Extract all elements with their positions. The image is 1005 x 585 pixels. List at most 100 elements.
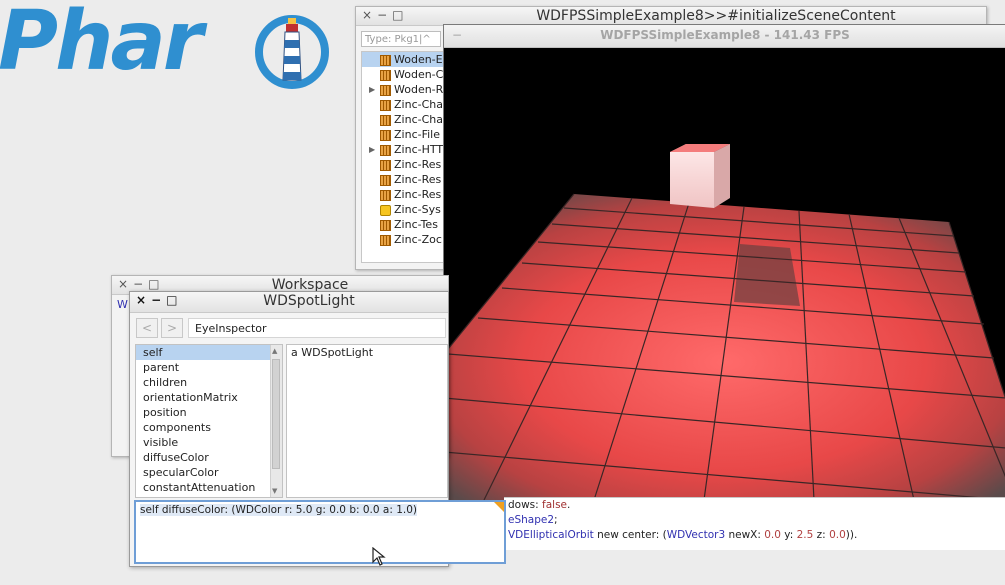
code-line: eShape2; (508, 513, 558, 528)
code-token: newX: (725, 529, 765, 541)
package-icon (380, 235, 391, 246)
field-value-text: a WDSpotLight (291, 346, 374, 359)
package-label: Zinc-Zoc (394, 233, 442, 246)
package-label: Zinc-Cha (394, 113, 443, 126)
scroll-down-icon[interactable]: ▼ (272, 487, 277, 495)
package-label: Woden-E (394, 53, 443, 66)
package-list[interactable]: Woden-E Woden-C ▶ Woden-R Zinc-Cha Zinc-Cha Zi… (361, 51, 448, 263)
forward-button[interactable]: > (161, 318, 183, 338)
package-icon (380, 190, 391, 201)
method-source-pane[interactable]: dows: false. eShape2; VDEllipticalOrbit … (504, 497, 1005, 550)
field-list-scrollbar[interactable]: ▲ ▼ (270, 345, 282, 497)
package-item[interactable]: Zinc-Res (362, 187, 447, 202)
field-item[interactable]: parent (136, 360, 282, 375)
package-label: Zinc-Res (394, 188, 442, 201)
code-token: false (542, 499, 568, 511)
inspector-type-selector[interactable]: EyeInspector (188, 318, 446, 338)
code-token: eShape2 (508, 514, 555, 526)
minimize-icon[interactable]: − (151, 293, 166, 307)
code-token: ; (554, 514, 558, 526)
workspace-text[interactable]: W (117, 298, 128, 311)
package-item[interactable]: ▶ Zinc-HTT (362, 142, 447, 157)
code-line: dows: false. (508, 498, 570, 513)
maximize-icon[interactable]: □ (148, 277, 164, 291)
evaluator-pane[interactable]: self diffuseColor: (WDColor r: 5.0 g: 0.… (134, 500, 506, 564)
scene-canvas[interactable] (444, 48, 1005, 500)
code-token: WDVector3 (666, 529, 726, 541)
field-list[interactable]: self parent children orientationMatrix posit… (135, 344, 283, 498)
expand-icon[interactable]: ▶ (369, 82, 375, 97)
scene-view-titlebar[interactable]: − WDFPSSimpleExample8 - 141.43 FPS (444, 25, 1005, 48)
package-item[interactable]: Zinc-File (362, 127, 447, 142)
package-item[interactable]: Zinc-Tes (362, 217, 447, 232)
cube (670, 144, 730, 208)
pharo-logo: Phar (0, 0, 203, 89)
package-icon (380, 145, 391, 156)
package-item[interactable]: Zinc-Res (362, 157, 447, 172)
close-icon[interactable]: × (136, 293, 151, 307)
code-line: VDEllipticalOrbit new center: (WDVector3… (508, 528, 857, 543)
field-item[interactable]: visible (136, 435, 282, 450)
logo-text: Phar (0, 0, 203, 89)
mouse-cursor-icon (372, 547, 386, 566)
package-label: Woden-C (394, 68, 444, 81)
code-token: VDEllipticalOrbit (508, 529, 594, 541)
inspector-title: WDSpotLight (263, 293, 355, 309)
evaluator-text[interactable]: self diffuseColor: (WDColor r: 5.0 g: 0.… (140, 504, 418, 516)
back-button[interactable]: < (136, 318, 158, 338)
package-icon (380, 70, 391, 81)
field-item[interactable]: children (136, 375, 282, 390)
package-icon (380, 175, 391, 186)
field-item[interactable]: position (136, 405, 282, 420)
package-item[interactable]: Zinc-Sys (362, 202, 447, 217)
lock-icon (380, 205, 391, 216)
field-value-pane[interactable]: a WDSpotLight (286, 344, 448, 498)
scrollbar-thumb[interactable] (272, 359, 280, 469)
scene-view-window[interactable]: − WDFPSSimpleExample8 - 141.43 FPS (443, 24, 1005, 500)
package-item[interactable]: Zinc-Res (362, 172, 447, 187)
package-icon (380, 115, 391, 126)
field-item[interactable]: diffuseColor (136, 450, 282, 465)
field-item[interactable]: components (136, 420, 282, 435)
package-item[interactable]: ▶ Woden-R (362, 82, 447, 97)
expand-icon[interactable]: ▶ (369, 142, 375, 157)
code-token: y: (780, 529, 797, 541)
code-token: 0.0 (764, 529, 781, 541)
field-item[interactable]: constantAttenuation (136, 480, 282, 495)
package-item[interactable]: Zinc-Cha (362, 97, 447, 112)
close-icon[interactable]: × (362, 8, 377, 22)
package-filter-input[interactable]: Type: Pkg1|^ (361, 31, 441, 47)
inspector-titlebar[interactable]: ×−□ WDSpotLight (130, 292, 448, 313)
package-label: Zinc-Res (394, 158, 442, 171)
minimize-icon[interactable]: − (133, 277, 148, 291)
package-icon (380, 220, 391, 231)
scroll-up-icon[interactable]: ▲ (272, 347, 277, 355)
window-controls: ×−□ (362, 8, 408, 22)
package-item[interactable]: Zinc-Zoc (362, 232, 447, 247)
code-token: z: (813, 529, 830, 541)
maximize-icon[interactable]: □ (392, 8, 408, 22)
close-icon[interactable]: × (118, 277, 133, 291)
code-token: 2.5 (796, 529, 814, 541)
package-item[interactable]: Zinc-Cha (362, 112, 447, 127)
package-label: Zinc-HTT (394, 143, 444, 156)
package-label: Zinc-Cha (394, 98, 443, 111)
package-label: Zinc-Sys (394, 203, 441, 216)
code-token: )). (845, 529, 858, 541)
code-token: dows: (508, 499, 543, 511)
package-icon (380, 100, 391, 111)
field-item[interactable]: specularColor (136, 465, 282, 480)
package-icon (380, 160, 391, 171)
package-icon (380, 55, 391, 66)
minimize-icon[interactable]: − (377, 8, 392, 22)
package-item[interactable]: Woden-C (362, 67, 447, 82)
lighthouse-icon (255, 15, 329, 89)
package-item[interactable]: Woden-E (362, 52, 447, 67)
package-icon (380, 85, 391, 96)
package-label: Zinc-File (394, 128, 440, 141)
pane-corner-marker (494, 502, 504, 512)
field-item[interactable]: orientationMatrix (136, 390, 282, 405)
package-label: Woden-R (394, 83, 444, 96)
field-item[interactable]: self (136, 345, 282, 360)
window-controls: ×−□ (118, 277, 164, 291)
